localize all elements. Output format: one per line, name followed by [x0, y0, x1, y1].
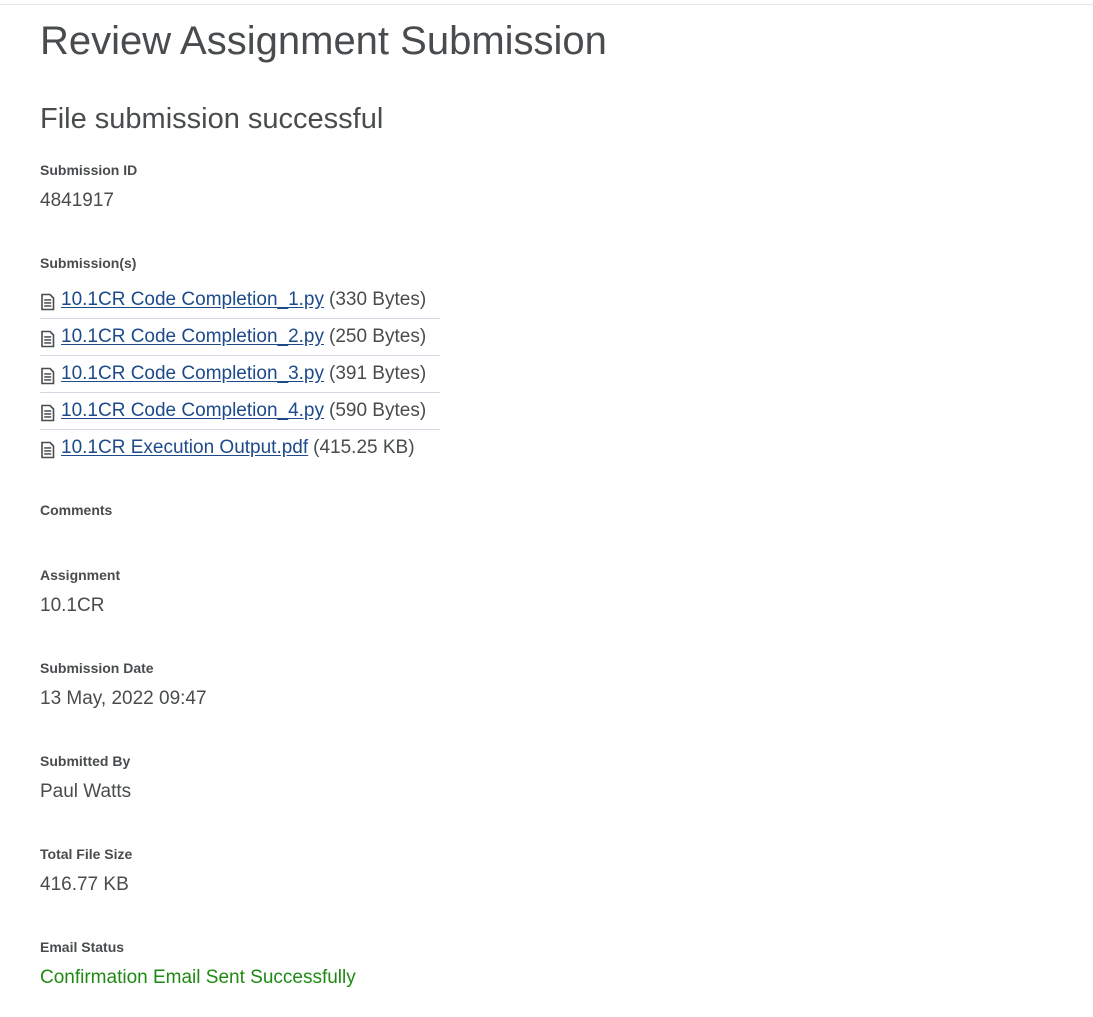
- file-document-icon: [41, 293, 55, 311]
- file-link[interactable]: 10.1CR Code Completion_1.py: [61, 289, 324, 311]
- status-heading: File submission successful: [40, 103, 384, 135]
- submission-id-label: Submission ID: [40, 162, 138, 178]
- file-document-icon: [41, 367, 55, 385]
- file-link[interactable]: 10.1CR Code Completion_3.py: [61, 363, 324, 385]
- comments-label: Comments: [40, 502, 113, 518]
- file-link[interactable]: 10.1CR Execution Output.pdf: [61, 437, 308, 459]
- submission-date-label: Submission Date: [40, 660, 154, 676]
- submitted-by-value: Paul Watts: [40, 781, 132, 802]
- submission-id-value: 4841917: [40, 190, 114, 211]
- file-row: 10.1CR Code Completion_3.py (391 Bytes): [40, 356, 440, 393]
- file-size: (330 Bytes): [329, 289, 427, 310]
- top-border: [0, 0, 1093, 5]
- file-link[interactable]: 10.1CR Code Completion_4.py: [61, 400, 324, 422]
- assignment-label: Assignment: [40, 567, 121, 583]
- submitted-by-label: Submitted By: [40, 753, 131, 769]
- file-document-icon: [41, 330, 55, 348]
- file-document-icon: [41, 441, 55, 459]
- file-size: (415.25 KB): [313, 437, 415, 458]
- submissions-label: Submission(s): [40, 255, 137, 271]
- file-size: (590 Bytes): [329, 400, 427, 421]
- page-title: Review Assignment Submission: [40, 19, 607, 63]
- file-list: 10.1CR Code Completion_1.py (330 Bytes) …: [40, 282, 440, 466]
- file-size: (250 Bytes): [329, 326, 427, 347]
- submission-date-value: 13 May, 2022 09:47: [40, 688, 207, 709]
- assignment-value: 10.1CR: [40, 595, 105, 616]
- file-row: 10.1CR Execution Output.pdf (415.25 KB): [40, 430, 440, 466]
- email-status-value: Confirmation Email Sent Successfully: [40, 967, 356, 988]
- file-size: (391 Bytes): [329, 363, 427, 384]
- file-document-icon: [41, 404, 55, 422]
- file-row: 10.1CR Code Completion_2.py (250 Bytes): [40, 319, 440, 356]
- file-row: 10.1CR Code Completion_4.py (590 Bytes): [40, 393, 440, 430]
- email-status-label: Email Status: [40, 939, 125, 955]
- file-link[interactable]: 10.1CR Code Completion_2.py: [61, 326, 324, 348]
- total-file-size-value: 416.77 KB: [40, 874, 129, 895]
- file-row: 10.1CR Code Completion_1.py (330 Bytes): [40, 282, 440, 319]
- total-file-size-label: Total File Size: [40, 846, 133, 862]
